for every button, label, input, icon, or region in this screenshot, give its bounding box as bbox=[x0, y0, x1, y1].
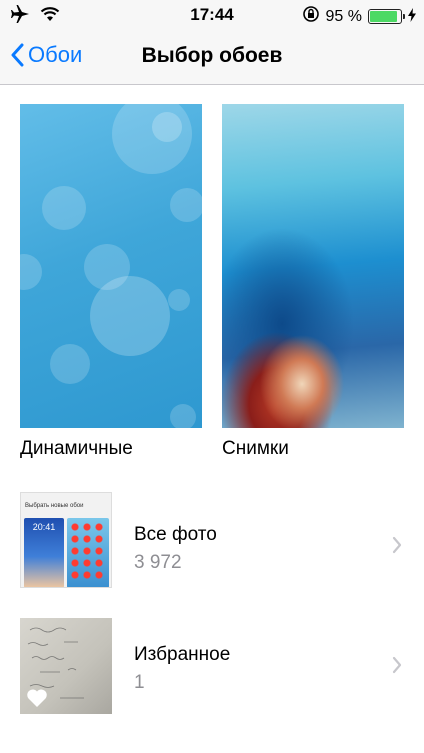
album-count: 3 972 bbox=[134, 552, 182, 573]
stills-wallpaper-label: Снимки bbox=[222, 438, 289, 459]
bubble bbox=[20, 254, 42, 290]
bubble bbox=[42, 186, 86, 230]
album-title: Все фото bbox=[134, 524, 217, 545]
orientation-lock-icon bbox=[302, 5, 320, 28]
stills-wallpaper-preview[interactable] bbox=[222, 104, 404, 428]
heart-icon bbox=[27, 689, 47, 707]
dynamic-wallpaper-preview[interactable] bbox=[20, 104, 202, 428]
battery-percent: 95 % bbox=[325, 7, 362, 25]
album-title: Избранное bbox=[134, 644, 231, 665]
bubble bbox=[170, 404, 196, 428]
bubble bbox=[112, 104, 192, 174]
bubble bbox=[170, 188, 202, 222]
chevron-right-icon bbox=[392, 656, 402, 674]
album-row-favorites[interactable]: Избранное 1 bbox=[0, 614, 424, 714]
bubble bbox=[168, 289, 190, 311]
navigation-bar: Обои Выбор обоев bbox=[0, 30, 424, 85]
status-bar: 17:44 95 % bbox=[0, 0, 424, 30]
dynamic-wallpaper-label: Динамичные bbox=[20, 438, 133, 459]
mini-app-icons bbox=[70, 522, 106, 582]
album-count: 1 bbox=[134, 672, 145, 693]
bubble bbox=[152, 112, 182, 142]
battery-fill bbox=[370, 11, 397, 22]
page-title: Выбор обоев bbox=[141, 44, 283, 67]
mini-homescreen bbox=[67, 518, 109, 587]
battery-icon bbox=[368, 9, 405, 24]
all-photos-thumbnail: Выбрать новые обои 20:41 bbox=[20, 492, 112, 588]
bubble bbox=[90, 276, 170, 356]
charging-icon bbox=[408, 7, 416, 27]
album-row-all-photos[interactable]: Выбрать новые обои 20:41 Все фото 3 972 bbox=[0, 490, 424, 590]
bubble bbox=[50, 344, 90, 384]
thumbnail-header: Выбрать новые обои bbox=[25, 503, 84, 509]
chevron-right-icon bbox=[392, 536, 402, 554]
mini-lockscreen: 20:41 bbox=[24, 518, 64, 587]
favorites-thumbnail bbox=[20, 618, 112, 714]
thumbnail-time: 20:41 bbox=[32, 522, 56, 532]
